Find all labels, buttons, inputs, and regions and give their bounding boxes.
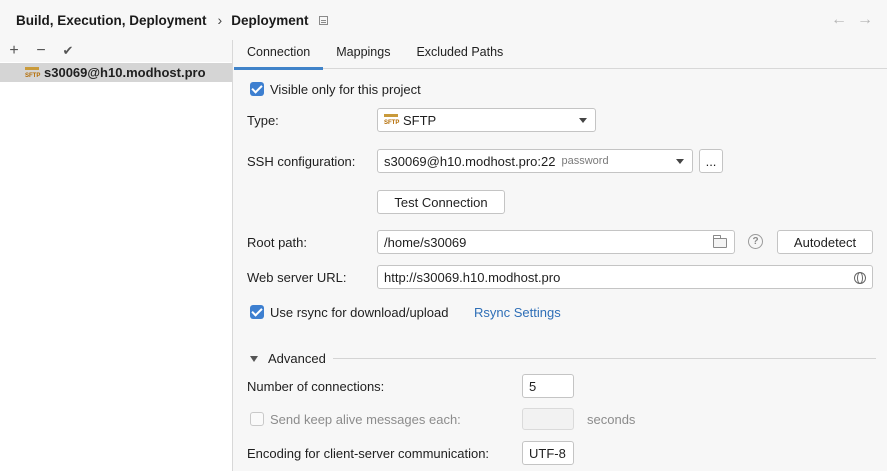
encoding-label: Encoding for client-server communication… <box>247 446 490 461</box>
type-label: Type: <box>247 113 279 128</box>
root-path-label: Root path: <box>247 235 307 250</box>
connections-count-input[interactable]: 5 <box>522 374 574 398</box>
keep-alive-checkbox[interactable] <box>250 412 264 426</box>
rsync-settings-link[interactable]: Rsync Settings <box>474 305 561 320</box>
chevron-down-icon <box>676 159 684 164</box>
web-server-url-value: http://s30069.h10.modhost.pro <box>384 269 561 285</box>
section-divider <box>333 358 876 359</box>
keep-alive-unit: seconds <box>587 412 636 427</box>
collapse-triangle-icon[interactable] <box>250 356 258 362</box>
ssh-auth-hint: password <box>561 155 609 167</box>
add-icon[interactable]: + <box>6 42 22 60</box>
tab-connection[interactable]: Connection <box>234 40 324 70</box>
breadcrumb-separator: › <box>217 12 223 28</box>
root-path-input[interactable]: /home/s30069 <box>377 230 735 254</box>
back-arrow-icon[interactable]: ← <box>831 11 847 29</box>
sftp-icon: SFTP <box>384 114 399 126</box>
server-name: s30069@h10.modhost.pro <box>44 65 206 80</box>
web-server-url-input[interactable]: http://s30069.h10.modhost.pro <box>377 265 873 289</box>
type-select[interactable]: SFTP SFTP <box>377 108 596 132</box>
ssh-config-label: SSH configuration: <box>247 154 356 169</box>
keep-alive-input[interactable] <box>522 408 574 430</box>
ssh-config-value: s30069@h10.modhost.pro:22 <box>384 153 556 169</box>
autodetect-button[interactable]: Autodetect <box>777 230 873 254</box>
keep-alive-label: Send keep alive messages each: <box>270 412 461 427</box>
server-list-pane: + − ✔ SFTP s30069@h10.modhost.pro <box>0 40 233 471</box>
use-rsync-checkbox[interactable] <box>250 305 264 319</box>
tab-mappings[interactable]: Mappings <box>323 40 403 69</box>
type-value: SFTP <box>403 112 437 128</box>
help-icon[interactable]: ? <box>748 234 763 249</box>
connections-count-value: 5 <box>529 378 537 394</box>
ssh-config-select[interactable]: s30069@h10.modhost.pro:22 password <box>377 149 693 173</box>
tab-excluded-paths[interactable]: Excluded Paths <box>403 40 516 69</box>
visible-only-label: Visible only for this project <box>270 82 421 97</box>
project-settings-icon <box>319 16 329 25</box>
root-path-value: /home/s30069 <box>384 234 467 250</box>
globe-icon[interactable] <box>854 272 866 284</box>
encoding-input[interactable]: UTF-8 <box>522 441 574 465</box>
breadcrumb: Build, Execution, Deployment › Deploymen… <box>0 0 887 40</box>
folder-icon[interactable] <box>713 235 727 248</box>
server-list-item[interactable]: SFTP s30069@h10.modhost.pro <box>0 63 232 82</box>
server-list-toolbar: + − ✔ <box>0 40 232 62</box>
ssh-config-browse-button[interactable]: ... <box>699 149 723 173</box>
encoding-value: UTF-8 <box>529 445 566 461</box>
advanced-section-title[interactable]: Advanced <box>268 351 326 366</box>
connections-count-label: Number of connections: <box>247 379 385 394</box>
forward-arrow-icon[interactable]: → <box>857 11 873 29</box>
chevron-down-icon <box>579 118 587 123</box>
breadcrumb-parent[interactable]: Build, Execution, Deployment <box>16 13 207 28</box>
use-rsync-label: Use rsync for download/upload <box>270 305 449 320</box>
visible-only-checkbox[interactable] <box>250 82 264 96</box>
web-server-url-label: Web server URL: <box>247 270 347 285</box>
checkmark-icon[interactable]: ✔ <box>60 43 76 59</box>
page-title: Deployment <box>231 12 309 28</box>
tab-bar: Connection Mappings Excluded Paths <box>234 40 887 70</box>
remove-icon[interactable]: − <box>33 42 49 60</box>
test-connection-button[interactable]: Test Connection <box>377 190 505 214</box>
history-nav: ← → <box>831 11 873 29</box>
connection-panel: Visible only for this project Type: SFTP… <box>234 70 887 471</box>
sftp-icon: SFTP <box>25 66 40 79</box>
